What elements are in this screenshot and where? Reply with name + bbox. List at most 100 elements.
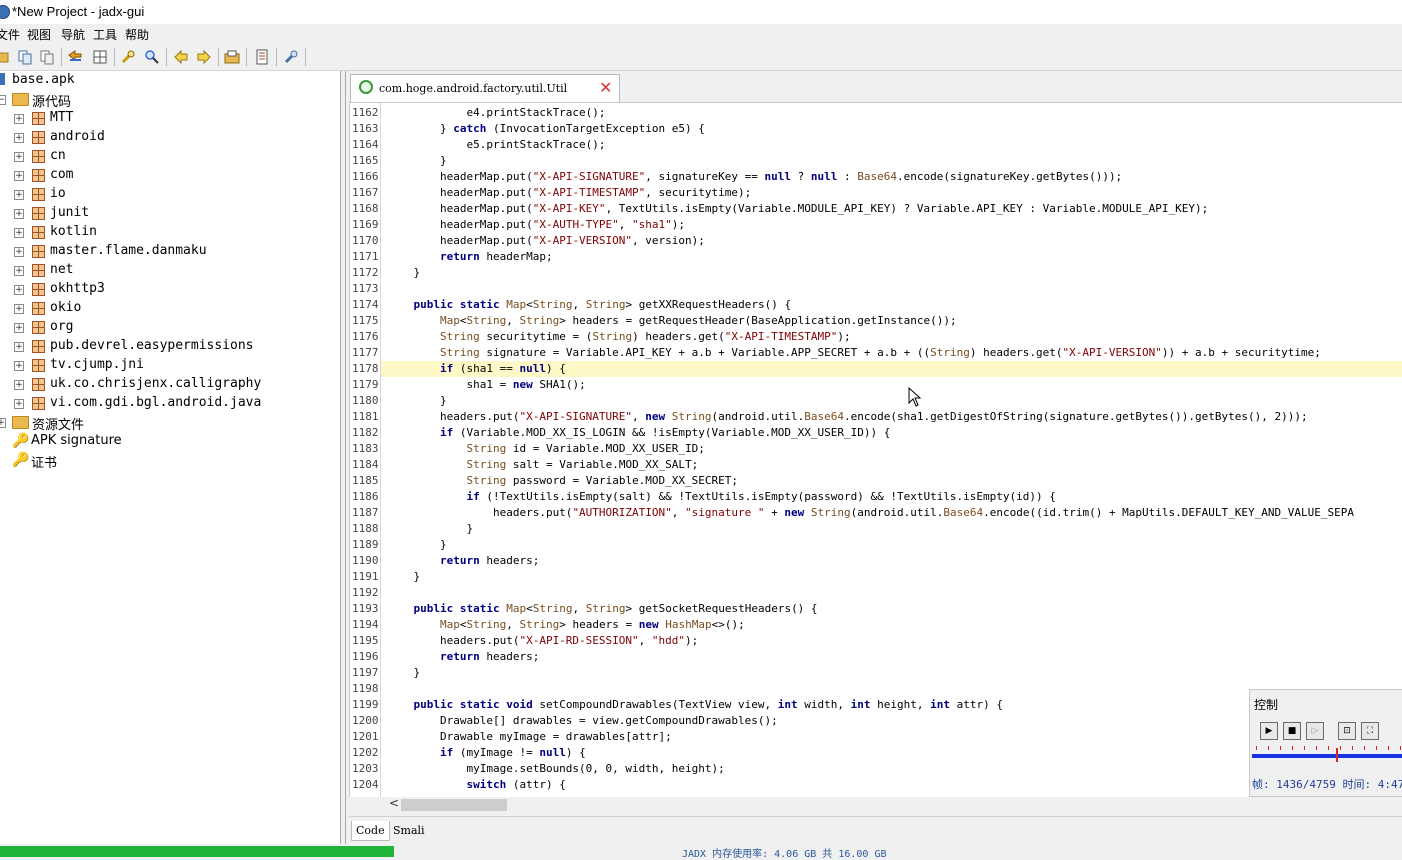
code-line[interactable]: } catch (InvocationTargetException e5) { xyxy=(387,122,705,135)
code-line[interactable]: return headers; xyxy=(387,554,539,567)
code-line[interactable]: } xyxy=(387,154,447,167)
tree-item-package[interactable]: + pub.devrel.easypermissions xyxy=(0,337,340,356)
scroll-thumb[interactable] xyxy=(401,799,507,811)
code-line[interactable]: if (myImage != null) { xyxy=(387,746,586,759)
code-line[interactable]: public static Map<String, String> getXXR… xyxy=(387,298,792,311)
code-line[interactable]: if (!TextUtils.isEmpty(salt) && !TextUti… xyxy=(387,490,1055,503)
code-line[interactable]: headerMap.put("X-API-VERSION", version); xyxy=(387,234,705,247)
close-icon[interactable]: ✕ xyxy=(599,78,612,97)
expand-icon[interactable]: + xyxy=(0,418,6,428)
step-icon[interactable]: ▷ xyxy=(1306,722,1324,740)
tree-item-resources[interactable]: + 资源文件 xyxy=(0,413,340,433)
tree-item-package[interactable]: + tv.cjump.jni xyxy=(0,356,340,375)
code-line[interactable]: } xyxy=(387,570,420,583)
expand-icon[interactable]: + xyxy=(14,304,24,314)
expand-icon[interactable]: + xyxy=(14,361,24,371)
code-line[interactable]: headers.put("X-API-SIGNATURE", new Strin… xyxy=(387,410,1308,423)
search-icon[interactable] xyxy=(144,49,160,65)
expand-icon[interactable]: + xyxy=(14,228,24,238)
tree-item-certificate[interactable]: 🔑 证书 xyxy=(0,451,340,471)
code-line[interactable]: headerMap.put("X-API-SIGNATURE", signatu… xyxy=(387,170,1122,183)
expand-icon[interactable]: + xyxy=(14,114,24,124)
timeline-position-marker[interactable] xyxy=(1336,748,1338,762)
tree-root[interactable]: base.apk xyxy=(0,71,340,90)
expand-icon[interactable]: + xyxy=(14,323,24,333)
code-line[interactable]: public static Map<String, String> getSoc… xyxy=(387,602,818,615)
expand-icon[interactable]: + xyxy=(14,399,24,409)
collapse-icon[interactable]: − xyxy=(0,95,6,105)
tree-item-package[interactable]: + android xyxy=(0,128,340,147)
export-icon[interactable] xyxy=(224,49,240,65)
paste-icon[interactable] xyxy=(39,49,55,65)
tree-item-apk-signature[interactable]: 🔑 APK signature xyxy=(0,432,340,451)
code-line[interactable]: headerMap.put("X-API-KEY", TextUtils.isE… xyxy=(387,202,1208,215)
code-line[interactable]: headerMap.put("X-API-TIMESTAMP", securit… xyxy=(387,186,751,199)
tree-item-package[interactable]: + vi.com.gdi.bgl.android.java xyxy=(0,394,340,413)
flatten-icon[interactable] xyxy=(92,49,108,65)
code-view[interactable]: 1162 1163 1164 1165 1166 1167 1168 1169 1170 1171… xyxy=(349,102,1402,798)
code-line[interactable]: String signature = Variable.API_KEY + a.… xyxy=(387,346,1321,359)
code-line[interactable]: switch (attr) { xyxy=(387,778,565,791)
tree-item-package[interactable]: + okhttp3 xyxy=(0,280,340,299)
tree-item-package[interactable]: + net xyxy=(0,261,340,280)
code-line[interactable]: e4.printStackTrace(); xyxy=(387,106,605,119)
tree-item-package[interactable]: + com xyxy=(0,166,340,185)
copy-icon[interactable] xyxy=(17,49,33,65)
tree-item-package[interactable]: + junit xyxy=(0,204,340,223)
code-line[interactable]: } xyxy=(387,666,420,679)
expand-icon[interactable]: + xyxy=(14,190,24,200)
code-line[interactable]: } xyxy=(387,266,420,279)
editor-tab[interactable]: com.hoge.android.factory.util.Util ✕ xyxy=(350,74,620,102)
code-line[interactable]: return headers; xyxy=(387,650,539,663)
code-line[interactable]: if (sha1 == null) { xyxy=(387,362,566,375)
code-line[interactable]: } xyxy=(387,522,473,535)
code-line[interactable]: } xyxy=(387,538,447,551)
forward-icon[interactable] xyxy=(196,49,212,65)
expand-icon[interactable]: + xyxy=(14,380,24,390)
tree-item-package[interactable]: + cn xyxy=(0,147,340,166)
code-line[interactable]: e5.printStackTrace(); xyxy=(387,138,605,151)
code-line[interactable]: Drawable myImage = drawables[attr]; xyxy=(387,730,672,743)
tree-item-package[interactable]: + okio xyxy=(0,299,340,318)
expand-icon[interactable]: + xyxy=(14,285,24,295)
expand-icon[interactable]: + xyxy=(14,247,24,257)
menu-file[interactable]: 文件 xyxy=(0,26,20,43)
horizontal-scrollbar[interactable]: < xyxy=(349,796,1402,813)
fullscreen-icon[interactable]: ⛶ xyxy=(1361,722,1379,740)
fit-icon[interactable]: ⊡ xyxy=(1338,722,1356,740)
tree-item-package[interactable]: + kotlin xyxy=(0,223,340,242)
preferences-icon[interactable] xyxy=(283,49,299,65)
search-text-icon[interactable] xyxy=(120,49,136,65)
sync-icon[interactable] xyxy=(67,49,83,65)
tree-item-package[interactable]: + uk.co.chrisjenx.calligraphy xyxy=(0,375,340,394)
code-line[interactable]: Map<String, String> headers = new HashMa… xyxy=(387,618,745,631)
code-line[interactable]: Map<String, String> headers = getRequest… xyxy=(387,314,957,327)
back-icon[interactable] xyxy=(173,49,189,65)
tree-item-package[interactable]: + io xyxy=(0,185,340,204)
code-line[interactable]: if (Variable.MOD_XX_IS_LOGIN && !isEmpty… xyxy=(387,426,890,439)
log-icon[interactable] xyxy=(254,49,270,65)
menu-help[interactable]: 帮助 xyxy=(125,26,149,43)
tab-smali[interactable]: Smali xyxy=(389,821,429,841)
tree-item-package[interactable]: + org xyxy=(0,318,340,337)
tree-item-package[interactable]: + MTT xyxy=(0,109,340,128)
code-line[interactable]: String password = Variable.MOD_XX_SECRET… xyxy=(387,474,738,487)
expand-icon[interactable]: + xyxy=(14,266,24,276)
stop-icon[interactable]: ■ xyxy=(1283,722,1301,740)
expand-icon[interactable]: + xyxy=(14,152,24,162)
code-line[interactable]: headers.put("X-API-RD-SESSION", "hdd"); xyxy=(387,634,698,647)
expand-icon[interactable]: + xyxy=(14,209,24,219)
tab-code[interactable]: Code xyxy=(351,821,390,841)
open-icon[interactable] xyxy=(0,49,10,65)
play-icon[interactable]: ▶ xyxy=(1260,722,1278,740)
expand-icon[interactable]: + xyxy=(14,133,24,143)
menu-tools[interactable]: 工具 xyxy=(93,26,117,43)
code-line[interactable]: String salt = Variable.MOD_XX_SALT; xyxy=(387,458,698,471)
code-line[interactable]: headerMap.put("X-AUTH-TYPE", "sha1"); xyxy=(387,218,685,231)
code-line[interactable]: String id = Variable.MOD_XX_USER_ID; xyxy=(387,442,704,455)
tree-item-package[interactable]: + master.flame.danmaku xyxy=(0,242,340,261)
expand-icon[interactable]: + xyxy=(14,171,24,181)
code-line[interactable]: } xyxy=(387,394,447,407)
code-line[interactable]: headers.put("AUTHORIZATION", "signature … xyxy=(387,506,1354,519)
code-line[interactable]: myImage.setBounds(0, 0, width, height); xyxy=(387,762,724,775)
